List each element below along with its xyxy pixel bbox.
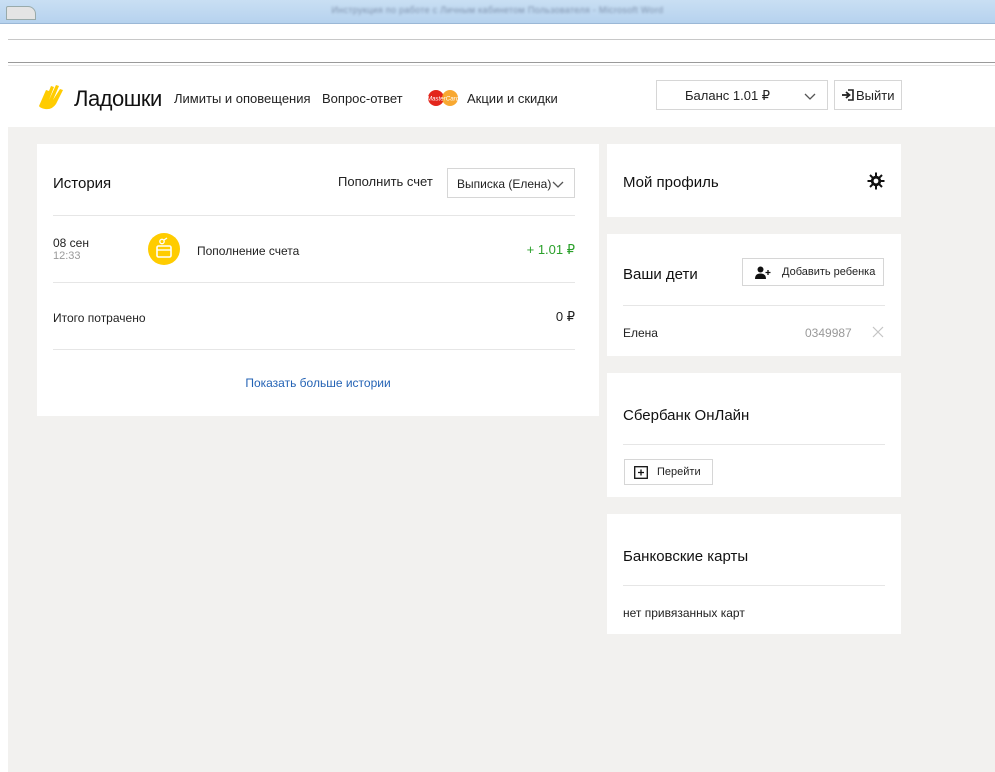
statement-dropdown[interactable]: Выписка (Елена) <box>447 168 575 198</box>
nav-promotions[interactable]: Акции и скидки <box>467 91 558 106</box>
sberbank-title: Сбербанк ОнЛайн <box>623 407 750 424</box>
sberbank-go-label: Перейти <box>657 466 701 478</box>
logout-label: Выйти <box>856 88 895 103</box>
children-title: Ваши дети <box>623 266 698 283</box>
plus-box-icon <box>634 466 648 479</box>
divider <box>623 444 885 445</box>
show-more-history-link[interactable]: Показать больше истории <box>37 376 599 390</box>
wallet-icon <box>148 233 180 265</box>
transaction-description: Пополнение счета <box>197 244 300 258</box>
divider <box>53 282 575 283</box>
children-card: Ваши дети Добавить ребенка Елена 0349987 <box>607 234 901 356</box>
sberbank-go-button[interactable]: Перейти <box>624 459 713 485</box>
toolbar-gap <box>0 25 995 65</box>
bank-cards-title: Банковские карты <box>623 548 749 565</box>
topup-link[interactable]: Пополнить счет <box>338 174 433 189</box>
logo-text[interactable]: Ладошки <box>74 86 162 112</box>
sberbank-card: Сбербанк ОнЛайн Перейти <box>607 373 901 497</box>
divider <box>623 585 885 586</box>
divider <box>623 305 885 306</box>
add-child-button[interactable]: Добавить ребенка <box>742 258 884 286</box>
ruler-line <box>8 39 995 40</box>
window-title-blurred: Инструкция по работе с Личным кабинетом … <box>331 5 664 15</box>
site-header: Ладошки Лимиты и оповещения Вопрос-ответ… <box>8 66 995 127</box>
total-spent-label: Итого потрачено <box>53 311 146 325</box>
mastercard-icon: MasterCard <box>427 90 460 106</box>
hand-logo-icon[interactable] <box>36 80 70 110</box>
nav-limits[interactable]: Лимиты и оповещения <box>174 91 311 106</box>
bank-cards-empty-text: нет привязанных карт <box>623 606 745 620</box>
nav-faq[interactable]: Вопрос-ответ <box>322 91 403 106</box>
bank-cards-card: Банковские карты нет привязанных карт <box>607 514 901 634</box>
balance-dropdown[interactable]: Баланс 1.01 ₽ <box>656 80 828 110</box>
close-icon[interactable] <box>871 325 885 339</box>
chevron-down-icon <box>552 181 564 188</box>
window-titlebar: Инструкция по работе с Личным кабинетом … <box>0 0 995 24</box>
child-id: 0349987 <box>805 326 852 340</box>
transaction-time: 12:33 <box>53 250 81 262</box>
total-spent-value: 0 ₽ <box>555 309 575 324</box>
profile-title: Мой профиль <box>623 174 719 191</box>
child-name[interactable]: Елена <box>623 326 658 340</box>
ruler-line <box>8 62 995 63</box>
page: Ладошки Лимиты и оповещения Вопрос-ответ… <box>8 66 995 772</box>
gear-icon[interactable] <box>867 172 885 190</box>
divider <box>53 215 575 216</box>
transaction-date: 08 сен <box>53 236 89 250</box>
logout-button[interactable]: Выйти <box>834 80 902 110</box>
chevron-down-icon <box>804 93 816 100</box>
history-title: История <box>53 175 112 192</box>
transaction-amount: + 1.01 ₽ <box>526 242 575 257</box>
logout-icon <box>842 89 854 101</box>
mastercard-badge-text: MasterCard <box>427 96 460 103</box>
statement-label: Выписка (Елена) <box>457 177 552 191</box>
history-card: История Пополнить счет Выписка (Елена) 0… <box>37 144 599 416</box>
divider <box>53 349 575 350</box>
profile-card: Мой профиль <box>607 144 901 217</box>
add-user-icon <box>755 266 771 279</box>
balance-label: Баланс 1.01 ₽ <box>685 88 771 103</box>
add-child-label: Добавить ребенка <box>782 266 876 278</box>
